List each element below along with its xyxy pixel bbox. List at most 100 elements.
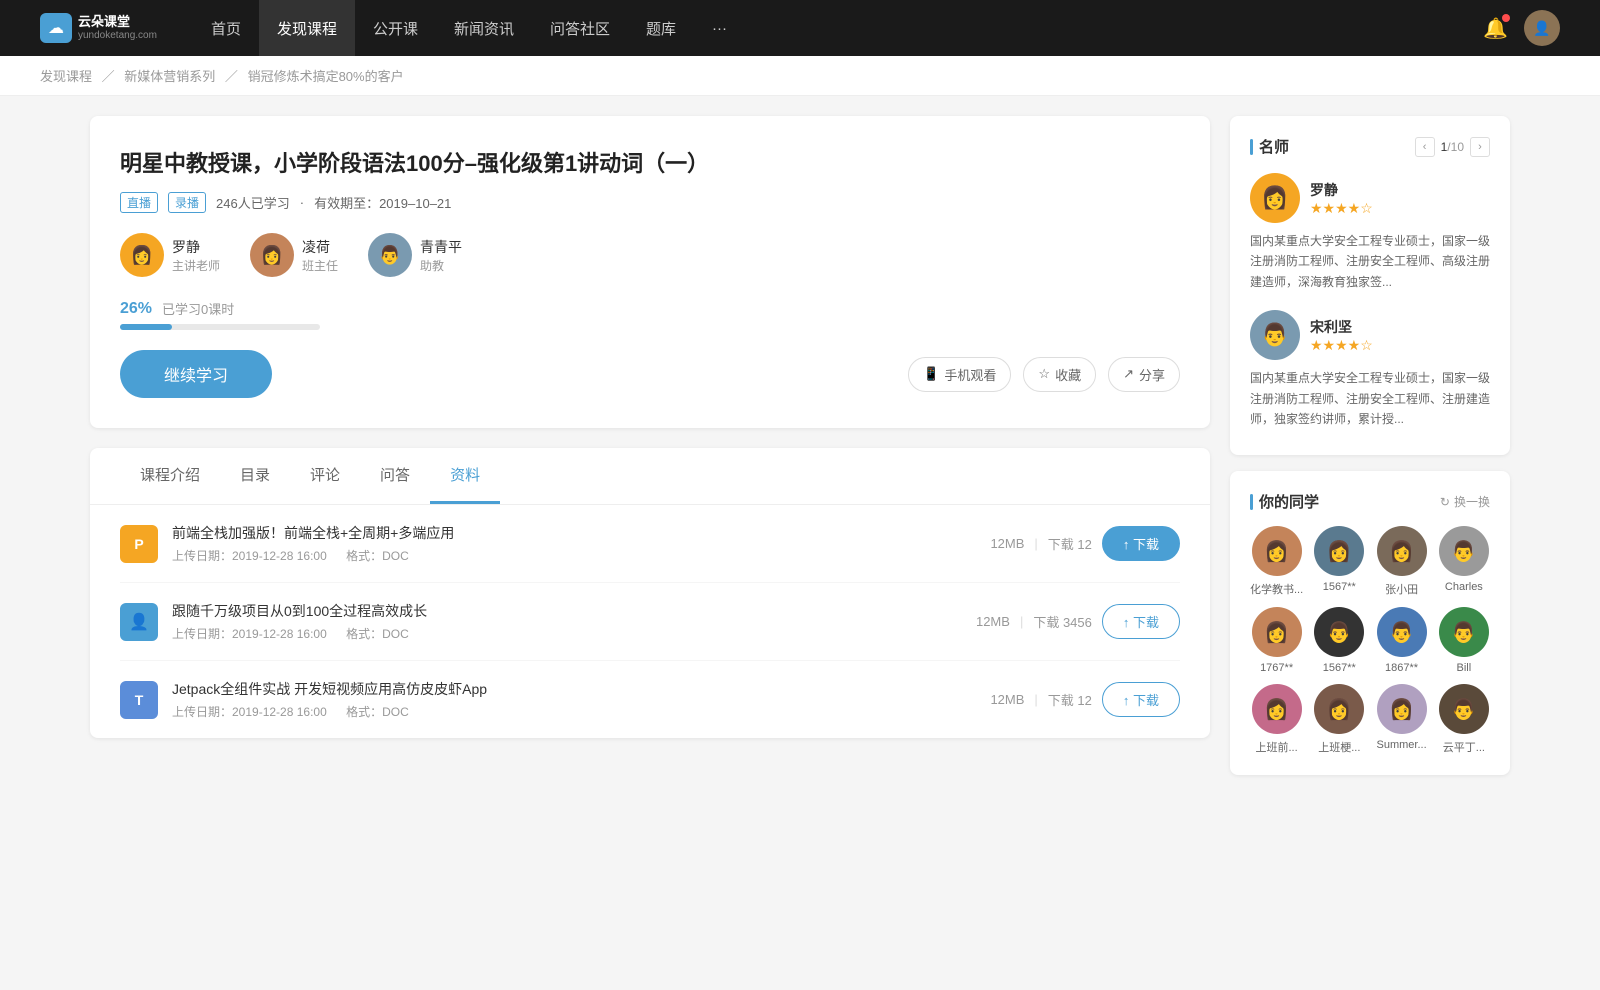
- classmate-2-name: 张小田: [1385, 581, 1418, 597]
- classmate-10-name: Summer...: [1377, 739, 1427, 751]
- teacher-card-0-name: 罗静: [1310, 180, 1373, 200]
- continue-button[interactable]: 继续学习: [120, 350, 272, 398]
- tab-resource[interactable]: 资料: [430, 448, 500, 504]
- teacher-1-role: 班主任: [302, 257, 338, 274]
- course-title: 明星中教授课，小学阶段语法100分–强化级第1讲动词（一）: [120, 146, 1180, 178]
- classmate-6-name: 1867**: [1385, 662, 1418, 674]
- classmate-2[interactable]: 👩 张小田: [1375, 526, 1427, 597]
- valid-until: 有效期至：2019–10–21: [314, 193, 451, 212]
- tabs: 课程介绍 目录 评论 问答 资料: [90, 448, 1210, 505]
- breadcrumb-item-3: 销冠修炼术搞定80%的客户: [248, 69, 404, 84]
- badge-live: 直播: [120, 192, 158, 213]
- tab-comment[interactable]: 评论: [290, 448, 360, 504]
- download-button-0[interactable]: ↑ 下载: [1102, 526, 1180, 561]
- teacher-card-1-desc: 国内某重点大学安全工程专业硕士，国家一级注册消防工程师、注册安全工程师、注册建造…: [1250, 368, 1490, 429]
- breadcrumb-item-2[interactable]: 新媒体营销系列: [124, 69, 215, 84]
- classmate-3-avatar: 👨: [1439, 526, 1489, 576]
- resource-size-2: 12MB: [990, 692, 1024, 707]
- nav-item-qa[interactable]: 问答社区: [532, 0, 628, 56]
- classmate-3[interactable]: 👨 Charles: [1438, 526, 1490, 597]
- classmate-11[interactable]: 👨 云平丁...: [1438, 684, 1490, 755]
- user-avatar-nav[interactable]: 👤: [1524, 10, 1560, 46]
- resource-meta-2: 上传日期：2019-12-28 16:00 格式：DOC: [172, 703, 976, 720]
- student-count: 246人已学习: [216, 193, 290, 212]
- teacher-0-role: 主讲老师: [172, 257, 220, 274]
- tab-qa[interactable]: 问答: [360, 448, 430, 504]
- download-button-1[interactable]: ↑ 下载: [1102, 604, 1180, 639]
- meta-dot: ·: [300, 195, 304, 210]
- resource-downloads-1: 下载 3456: [1033, 612, 1092, 631]
- course-meta: 直播 录播 246人已学习 · 有效期至：2019–10–21: [120, 192, 1180, 213]
- classmate-5-avatar: 👨: [1314, 607, 1364, 657]
- teacher-1-name: 凌荷: [302, 237, 338, 257]
- nav-item-more[interactable]: ···: [694, 0, 745, 56]
- nav-items: 首页 发现课程 公开课 新闻资讯 问答社区 题库 ···: [193, 0, 1483, 56]
- logo[interactable]: ☁ 云朵课堂 yundoketang.com: [40, 13, 157, 43]
- prev-page-button[interactable]: ‹: [1415, 137, 1435, 157]
- breadcrumb-item-1[interactable]: 发现课程: [40, 69, 92, 84]
- progress-desc: 已学习0课时: [162, 299, 234, 318]
- teacher-2-name: 青青平: [420, 237, 462, 257]
- classmate-10[interactable]: 👩 Summer...: [1375, 684, 1427, 755]
- resource-right-2: 12MB | 下载 12 ↑ 下载: [990, 682, 1180, 717]
- teacher-1: 👩 凌荷 班主任: [250, 233, 338, 277]
- resource-info-1: 跟随千万级项目从0到100全过程高效成长 上传日期：2019-12-28 16:…: [172, 601, 962, 642]
- teacher-card-0-desc: 国内某重点大学安全工程专业硕士，国家一级注册消防工程师、注册安全工程师、高级注册…: [1250, 231, 1490, 292]
- bell-button[interactable]: 🔔: [1483, 16, 1508, 41]
- classmate-4[interactable]: 👩 1767**: [1250, 607, 1303, 674]
- classmate-11-name: 云平丁...: [1443, 739, 1485, 755]
- nav-item-quiz[interactable]: 题库: [628, 0, 694, 56]
- classmate-7[interactable]: 👨 Bill: [1438, 607, 1490, 674]
- resource-icon-0: P: [120, 525, 158, 563]
- teacher-1-avatar: 👩: [250, 233, 294, 277]
- tab-catalog[interactable]: 目录: [220, 448, 290, 504]
- share-button[interactable]: ↗ 分享: [1108, 357, 1180, 392]
- download-button-2[interactable]: ↑ 下载: [1102, 682, 1180, 717]
- teacher-card-1-name: 宋利坚: [1310, 317, 1373, 337]
- badge-record: 录播: [168, 192, 206, 213]
- resource-info-2: Jetpack全组件实战 开发短视频应用高仿皮皮虾App 上传日期：2019-1…: [172, 679, 976, 720]
- teacher-card-0-stars: ★★★★☆: [1310, 200, 1373, 217]
- classmate-8[interactable]: 👩 上班前...: [1250, 684, 1303, 755]
- progress-section: 26% 已学习0课时: [120, 299, 1180, 330]
- classmate-0[interactable]: 👩 化学教书...: [1250, 526, 1303, 597]
- resource-item-0: P 前端全栈加强版！前端全栈+全周期+多端应用 上传日期：2019-12-28 …: [120, 505, 1180, 583]
- collect-button[interactable]: ☆ 收藏: [1023, 357, 1096, 392]
- teacher-0-avatar: 👩: [120, 233, 164, 277]
- resource-item-1: 👤 跟随千万级项目从0到100全过程高效成长 上传日期：2019-12-28 1…: [120, 583, 1180, 661]
- mobile-icon: 📱: [923, 366, 939, 382]
- refresh-button[interactable]: ↻ 换一换: [1440, 493, 1490, 510]
- classmates-panel-title: 你的同学: [1250, 491, 1319, 512]
- classmates-title-bar: [1250, 494, 1253, 510]
- teachers-panel-title: 名师: [1250, 136, 1289, 157]
- title-bar: [1250, 139, 1253, 155]
- refresh-icon: ↻: [1440, 495, 1450, 509]
- classmate-5[interactable]: 👨 1567**: [1313, 607, 1365, 674]
- teacher-card-1: 👨 宋利坚 ★★★★☆ 国内某重点大学安全工程专业硕士，国家一级注册消防工程师、…: [1250, 310, 1490, 429]
- resource-name-2: Jetpack全组件实战 开发短视频应用高仿皮皮虾App: [172, 679, 976, 699]
- nav-item-home[interactable]: 首页: [193, 0, 259, 56]
- nav-item-discover[interactable]: 发现课程: [259, 0, 355, 56]
- classmate-0-name: 化学教书...: [1250, 581, 1303, 597]
- mobile-watch-button[interactable]: 📱 手机观看: [908, 357, 1011, 392]
- classmate-1[interactable]: 👩 1567**: [1313, 526, 1365, 597]
- classmate-9[interactable]: 👩 上班梗...: [1313, 684, 1365, 755]
- logo-sub: yundoketang.com: [78, 30, 157, 42]
- course-actions: 继续学习 📱 手机观看 ☆ 收藏 ↗ 分享: [120, 350, 1180, 398]
- nav-right: 🔔 👤: [1483, 10, 1560, 46]
- tab-intro[interactable]: 课程介绍: [120, 448, 220, 504]
- classmate-7-avatar: 👨: [1439, 607, 1489, 657]
- classmate-6[interactable]: 👨 1867**: [1375, 607, 1427, 674]
- resource-icon-1: 👤: [120, 603, 158, 641]
- classmates-panel-header: 你的同学 ↻ 换一换: [1250, 491, 1490, 512]
- nav-item-open[interactable]: 公开课: [355, 0, 436, 56]
- teachers-panel: 名师 ‹ 1/10 › 👩 罗静 ★★★★☆: [1230, 116, 1510, 455]
- resource-list: P 前端全栈加强版！前端全栈+全周期+多端应用 上传日期：2019-12-28 …: [90, 505, 1210, 738]
- next-page-button[interactable]: ›: [1470, 137, 1490, 157]
- teacher-2: 👨 青青平 助教: [368, 233, 462, 277]
- course-card: 明星中教授课，小学阶段语法100分–强化级第1讲动词（一） 直播 录播 246人…: [90, 116, 1210, 428]
- classmate-0-avatar: 👩: [1252, 526, 1302, 576]
- resource-meta-1: 上传日期：2019-12-28 16:00 格式：DOC: [172, 625, 962, 642]
- classmate-1-avatar: 👩: [1314, 526, 1364, 576]
- nav-item-news[interactable]: 新闻资讯: [436, 0, 532, 56]
